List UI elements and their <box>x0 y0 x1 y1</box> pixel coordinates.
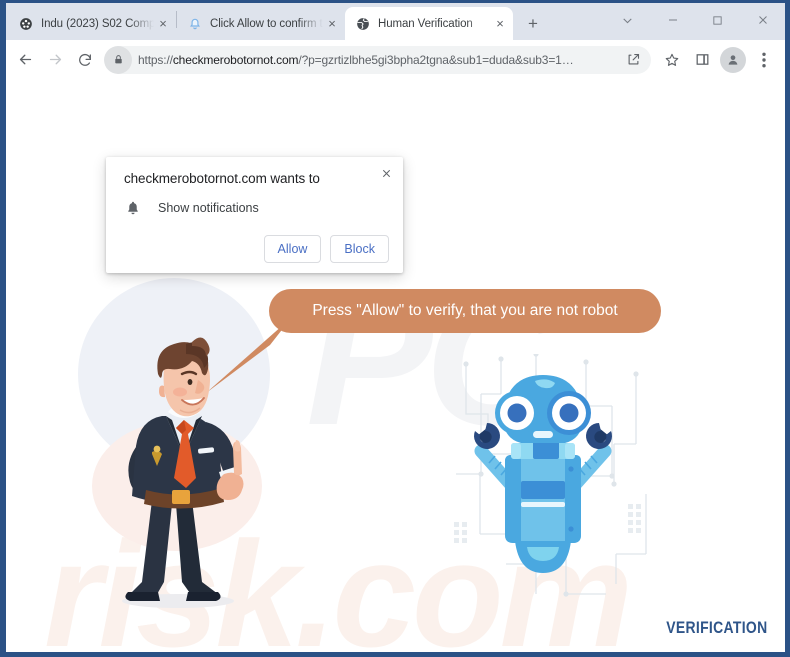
popup-title: checkmerobotornot.com wants to <box>124 171 320 186</box>
browser-window-frame: Indu (2023) S02 Compl × Click Allow to c… <box>0 0 790 657</box>
notification-permission-popup: checkmerobotornot.com wants to Show noti… <box>106 157 403 273</box>
tab-search-chevron-down-icon[interactable] <box>605 3 650 37</box>
tab-human-verification[interactable]: Human Verification × <box>345 7 513 40</box>
share-icon[interactable] <box>621 48 645 72</box>
chrome-browser-window: Indu (2023) S02 Compl × Click Allow to c… <box>6 3 785 652</box>
globe-icon <box>355 16 370 31</box>
robot-illustration <box>474 375 612 573</box>
forward-arrow-icon <box>40 45 70 75</box>
window-controls <box>605 3 785 37</box>
browser-toolbar: https://checkmerobotornot.com/?p=gzrtizl… <box>6 40 785 79</box>
popup-permission-row: Show notifications <box>124 199 389 217</box>
back-arrow-icon[interactable] <box>10 45 40 75</box>
address-bar[interactable]: https://checkmerobotornot.com/?p=gzrtizl… <box>104 45 651 74</box>
tab-close-icon[interactable]: × <box>491 15 509 33</box>
chrome-menu-icon[interactable] <box>749 45 779 75</box>
popup-close-icon[interactable] <box>378 165 394 181</box>
maximize-icon[interactable] <box>695 3 740 37</box>
bell-icon <box>187 16 202 31</box>
new-tab-button[interactable]: + <box>519 10 547 38</box>
lock-icon[interactable] <box>104 45 132 74</box>
verification-footer-label: VERIFICATION <box>665 618 767 637</box>
businessman-illustration <box>122 337 244 608</box>
tab-indu[interactable]: Indu (2023) S02 Compl × <box>8 7 176 40</box>
bookmark-star-icon[interactable] <box>657 45 687 75</box>
close-icon[interactable] <box>740 3 785 37</box>
tab-close-icon[interactable]: × <box>323 15 341 33</box>
page-viewport: PC risk.com Press "Allow" to verify, tha… <box>6 79 785 652</box>
tab-title: Indu (2023) S02 Compl <box>41 17 154 30</box>
address-bar-url: https://checkmerobotornot.com/?p=gzrtizl… <box>138 52 574 67</box>
speech-bubble: Press "Allow" to verify, that you are no… <box>269 289 661 333</box>
film-reel-icon <box>18 16 33 31</box>
tab-title: Click Allow to confirm t <box>210 17 323 30</box>
allow-button[interactable]: Allow <box>263 235 322 263</box>
tab-click-allow[interactable]: Click Allow to confirm t × <box>177 7 345 40</box>
bell-icon <box>124 199 142 217</box>
tab-close-icon[interactable]: × <box>154 15 172 33</box>
side-panel-icon[interactable] <box>687 45 717 75</box>
popup-permission-label: Show notifications <box>158 201 259 215</box>
profile-avatar[interactable] <box>720 46 746 73</box>
minimize-icon[interactable] <box>650 3 695 37</box>
block-button[interactable]: Block <box>330 235 389 263</box>
reload-icon[interactable] <box>70 45 100 75</box>
popup-buttons: Allow Block <box>124 235 389 263</box>
tab-strip: Indu (2023) S02 Compl × Click Allow to c… <box>6 3 785 40</box>
speech-bubble-text: Press "Allow" to verify, that you are no… <box>312 302 618 319</box>
tab-title: Human Verification <box>378 17 473 30</box>
